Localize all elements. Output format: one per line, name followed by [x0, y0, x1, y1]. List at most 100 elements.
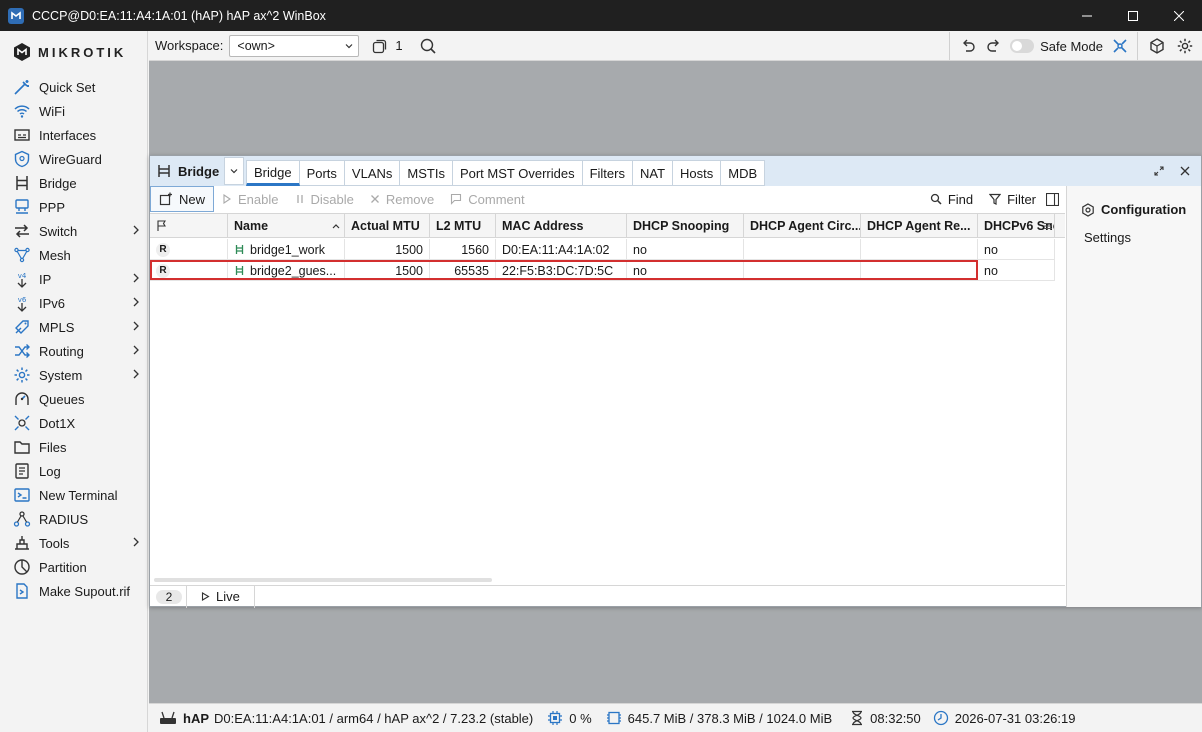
sidebar-item-wifi[interactable]: WiFi — [0, 99, 148, 123]
find-button[interactable]: Find — [922, 187, 981, 211]
sidebar-item-tools[interactable]: Tools — [0, 531, 148, 555]
ppp-icon — [12, 198, 32, 216]
table-header: Name Actual MTU L2 MTU MAC Address DHCP Snoo… — [150, 214, 1065, 238]
column-header-flags[interactable] — [150, 214, 228, 238]
close-window-button[interactable] — [1156, 0, 1202, 31]
live-button[interactable]: Live — [186, 585, 255, 608]
safe-mode-toggle[interactable] — [1010, 39, 1035, 53]
uptime-value: 08:32:50 — [870, 710, 921, 726]
sidebar-item-bridge[interactable]: Bridge — [0, 171, 148, 195]
tab-bridge[interactable]: Bridge — [246, 160, 300, 186]
search-button[interactable] — [419, 37, 437, 55]
detach-window-button[interactable] — [1151, 164, 1167, 178]
cpu-status: 0 % — [547, 710, 592, 726]
close-bridge-window-button[interactable] — [1177, 164, 1193, 178]
play-icon — [201, 592, 210, 601]
chevron-right-icon — [133, 345, 139, 355]
gear-icon — [1177, 38, 1193, 54]
settings-link[interactable]: Settings — [1084, 230, 1131, 245]
column-header-name[interactable]: Name — [228, 214, 345, 238]
sort-ascending-icon — [332, 224, 340, 229]
sidebar-item-interfaces[interactable]: Interfaces — [0, 123, 148, 147]
sidebar-item-log[interactable]: Log — [0, 459, 148, 483]
tab-nat[interactable]: NAT — [632, 160, 674, 186]
tab-port-mst-overrides[interactable]: Port MST Overrides — [452, 160, 583, 186]
tools-icon — [12, 534, 32, 552]
column-header-dhcpv6-sno[interactable]: DHCPv6 Sno — [978, 214, 1055, 238]
column-header-dhcp-agent-re[interactable]: DHCP Agent Re... — [861, 214, 978, 238]
minimize-button[interactable] — [1064, 0, 1110, 31]
clock-status: 2026-07-31 03:26:19 — [933, 710, 1075, 726]
mikrotik-logo: MIKROTIK — [0, 31, 147, 73]
column-header-mac-address[interactable]: MAC Address — [496, 214, 627, 238]
column-header-dhcp-agent-circ[interactable]: DHCP Agent Circ... — [744, 214, 861, 238]
connection-icon — [1113, 39, 1127, 53]
sidebar-item-make-supout-rif[interactable]: Make Supout.rif — [0, 579, 148, 603]
tab-ports[interactable]: Ports — [299, 160, 345, 186]
supout-icon — [12, 582, 32, 600]
safe-mode-label: Safe Mode — [1040, 38, 1103, 54]
configuration-icon — [1082, 202, 1094, 217]
winbox-connect-button[interactable] — [1111, 37, 1129, 55]
redo-button[interactable] — [986, 38, 1002, 54]
table-row[interactable]: Rbridge1_work 1500 1560 D0:EA:11:A4:1A:02 no… — [150, 239, 1055, 260]
column-header-l2-mtu[interactable]: L2 MTU — [430, 214, 496, 238]
sidebar-item-routing[interactable]: Routing — [0, 339, 148, 363]
package-button[interactable] — [1148, 37, 1166, 55]
enable-button[interactable]: Enable — [214, 187, 286, 211]
bridge-window-title-text: Bridge — [178, 163, 220, 179]
sidebar-item-radius[interactable]: RADIUS — [0, 507, 148, 531]
undo-button[interactable] — [960, 38, 976, 54]
memory-usage: 645.7 MiB / 378.3 MiB / 1024.0 MiB — [627, 710, 833, 726]
column-header-dhcp-snooping[interactable]: DHCP Snooping — [627, 214, 744, 238]
sidebar-item-new-terminal[interactable]: New Terminal — [0, 483, 148, 507]
cell-dhcpv6: no — [978, 239, 1055, 260]
live-label: Live — [216, 589, 240, 604]
settings-button[interactable] — [1176, 37, 1194, 55]
workspace-select[interactable]: <own> — [229, 34, 360, 57]
filter-button[interactable]: Filter — [981, 187, 1044, 211]
sidebar-item-ipv6[interactable]: v6 IPv6 — [0, 291, 148, 315]
column-header-label: MAC Address — [502, 219, 584, 233]
title-bar: CCCP@D0:EA:11:A4:1A:01 (hAP) hAP ax^2 Wi… — [0, 0, 1202, 31]
sidebar-item-queues[interactable]: Queues — [0, 387, 148, 411]
wireguard-icon — [12, 150, 32, 168]
sidebar-item-switch[interactable]: Switch — [0, 219, 148, 243]
sidebar-item-files[interactable]: Files — [0, 435, 148, 459]
open-windows-button[interactable]: 1 — [371, 37, 403, 55]
sidebar-item-mpls[interactable]: MPLS — [0, 315, 148, 339]
sidebar-item-ip[interactable]: v4 IP — [0, 267, 148, 291]
bridge-interface-icon — [235, 245, 244, 254]
tab-list-dropdown[interactable] — [224, 157, 244, 185]
remove-button[interactable]: Remove — [362, 187, 442, 211]
sidebar-item-quick-set[interactable]: Quick Set — [0, 75, 148, 99]
sidebar-item-label: MPLS — [39, 319, 75, 335]
sidebar-item-label: WiFi — [39, 103, 65, 119]
tab-filters[interactable]: Filters — [582, 160, 633, 186]
tab-hosts[interactable]: Hosts — [673, 160, 722, 186]
disable-button-label: Disable — [310, 191, 354, 207]
table-row[interactable]: Rbridge2_gues... 1500 65535 22:F5:B3:DC:7D:… — [150, 260, 1055, 281]
column-header-actual-mtu[interactable]: Actual MTU — [345, 214, 430, 238]
sidebar-item-ppp[interactable]: PPP — [0, 195, 148, 219]
disable-button[interactable]: Disable — [287, 187, 362, 211]
package-icon — [1150, 38, 1164, 54]
cpu-icon — [548, 711, 563, 725]
new-button[interactable]: New — [150, 186, 215, 212]
sidebar-item-wireguard[interactable]: WireGuard — [0, 147, 148, 171]
sidebar-item-mesh[interactable]: Mesh — [0, 243, 148, 267]
sidebar-item-partition[interactable]: Partition — [0, 555, 148, 579]
column-menu-icon — [1044, 223, 1052, 229]
sidebar-item-system[interactable]: System — [0, 363, 148, 387]
tab-mstis[interactable]: MSTIs — [400, 160, 453, 186]
svg-text:v6: v6 — [18, 296, 27, 304]
maximize-button[interactable] — [1110, 0, 1156, 31]
tab-vlans[interactable]: VLANs — [344, 160, 401, 186]
sidebar-item-dot1x[interactable]: Dot1X — [0, 411, 148, 435]
hourglass-icon — [852, 710, 863, 726]
bridge-toolbar: New Enable Disable Remove Comment Find F… — [150, 186, 1065, 212]
tab-mdb[interactable]: MDB — [721, 160, 766, 186]
horizontal-scrollbar[interactable] — [154, 578, 492, 582]
toggle-side-panel-button[interactable] — [1044, 187, 1061, 211]
comment-button[interactable]: Comment — [442, 187, 532, 211]
